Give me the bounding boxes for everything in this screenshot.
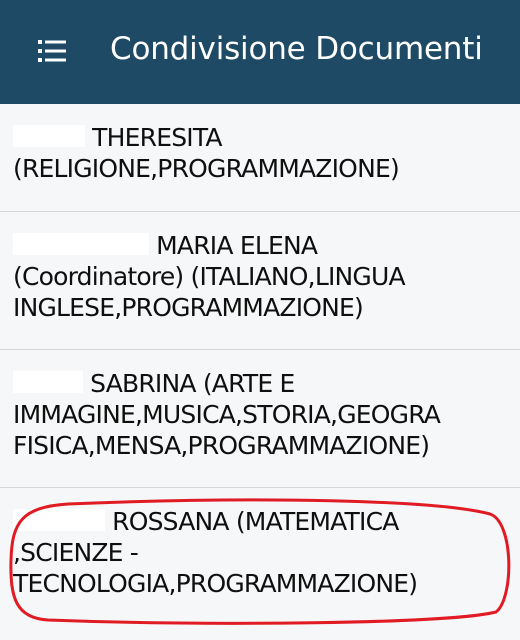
- redacted-surname: [13, 371, 83, 393]
- teacher-name-line: THERESITA: [92, 123, 222, 152]
- teacher-description: THERESITA (RELIGIONE,PROGRAMMAZIONE): [13, 122, 520, 184]
- teacher-list-item[interactable]: THERESITA (RELIGIONE,PROGRAMMAZIONE): [0, 104, 520, 212]
- teacher-list-item[interactable]: SABRINA (ARTE E IMMAGINE,MUSICA,STORIA,G…: [0, 350, 520, 488]
- teacher-subjects-line: INGLESE,PROGRAMMAZIONE): [13, 293, 364, 322]
- teacher-name-line: SABRINA (ARTE E: [90, 369, 295, 398]
- redacted-surname: [13, 509, 105, 531]
- app-screen: Condivisione Documenti THERESITA (RELIGI…: [0, 0, 520, 640]
- redacted-surname: [13, 125, 85, 147]
- teacher-name-line: ROSSANA (MATEMATICA: [112, 507, 399, 536]
- teacher-subjects-line: FISICA,MENSA,PROGRAMMAZIONE): [13, 431, 430, 460]
- hamburger-icon: [38, 40, 66, 62]
- redacted-surname: [13, 233, 149, 255]
- teacher-description: MARIA ELENA (Coordinatore) (ITALIANO,LIN…: [13, 230, 520, 323]
- menu-button[interactable]: [38, 38, 66, 64]
- teacher-subjects-line: (Coordinatore) (ITALIANO,LINGUA: [13, 262, 406, 291]
- teacher-subjects-line: (RELIGIONE,PROGRAMMAZIONE): [13, 154, 400, 183]
- teacher-description: ROSSANA (MATEMATICA ,SCIENZE - TECNOLOGI…: [13, 506, 520, 599]
- teacher-name-line: MARIA ELENA: [156, 231, 318, 260]
- teacher-list-item[interactable]: MARIA ELENA (Coordinatore) (ITALIANO,LIN…: [0, 212, 520, 350]
- app-header: Condivisione Documenti: [0, 0, 520, 104]
- teacher-subjects-line: ,SCIENZE -: [13, 538, 139, 567]
- page-title: Condivisione Documenti: [110, 31, 483, 67]
- teacher-subjects-line: TECNOLOGIA,PROGRAMMAZIONE): [13, 569, 418, 598]
- teacher-list: THERESITA (RELIGIONE,PROGRAMMAZIONE) MAR…: [0, 104, 520, 640]
- teacher-description: SABRINA (ARTE E IMMAGINE,MUSICA,STORIA,G…: [13, 368, 520, 461]
- teacher-list-item-highlighted[interactable]: ROSSANA (MATEMATICA ,SCIENZE - TECNOLOGI…: [0, 488, 520, 640]
- teacher-subjects-line: IMMAGINE,MUSICA,STORIA,GEOGRA: [13, 400, 441, 429]
